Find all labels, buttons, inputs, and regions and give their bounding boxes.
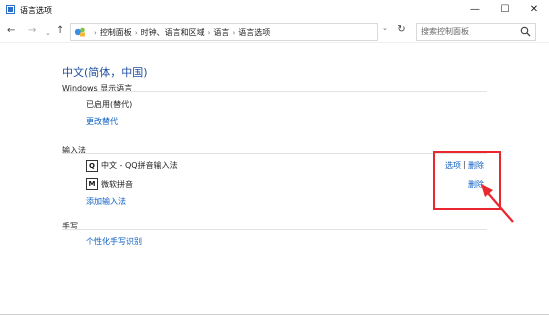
personalize-handwriting-link[interactable]: 个性化手写识别 <box>86 236 142 247</box>
search-icon[interactable] <box>520 26 531 37</box>
breadcrumb-item[interactable]: 时钟、语言和区域 <box>141 28 205 37</box>
forward-button[interactable]: → <box>28 25 36 37</box>
section-divider <box>62 229 487 230</box>
section-divider <box>62 153 487 154</box>
address-dropdown-button[interactable]: ⌄ <box>382 24 388 32</box>
breadcrumb: › 控制面板 › 时钟、语言和区域 › 语言 › 语言选项 <box>94 28 271 37</box>
maximize-button[interactable]: ☐ <box>490 0 520 20</box>
input-method-name: 微软拼音 <box>101 180 133 189</box>
address-bar[interactable]: › 控制面板 › 时钟、语言和区域 › 语言 › 语言选项 <box>70 23 378 41</box>
breadcrumb-item[interactable]: 语言选项 <box>238 28 270 37</box>
breadcrumb-item[interactable]: 控制面板 <box>100 28 132 37</box>
language-options-icon <box>6 5 15 14</box>
window-title: 语言选项 <box>20 6 52 15</box>
recent-locations-dropdown[interactable]: ⌄ <box>45 27 51 39</box>
qq-pinyin-icon: Q <box>86 160 98 172</box>
refresh-button[interactable]: ↻ <box>395 22 408 38</box>
language-title: 中文(简体，中国) <box>62 66 148 79</box>
display-language-status: 已启用(替代) <box>86 100 133 109</box>
section-divider <box>62 91 487 92</box>
back-button[interactable]: ← <box>7 25 15 37</box>
change-override-link[interactable]: 更改替代 <box>86 116 118 127</box>
add-input-method-link[interactable]: 添加输入法 <box>86 196 126 207</box>
input-method-name: 中文 - QQ拼音输入法 <box>101 161 178 170</box>
close-button[interactable]: ✕ <box>519 0 549 20</box>
control-panel-icon <box>74 27 85 37</box>
search-input[interactable] <box>419 25 519 38</box>
microsoft-pinyin-icon: M <box>86 178 98 190</box>
handwriting-heading: 手写 <box>62 222 78 231</box>
toolbar-divider <box>0 42 549 43</box>
search-box[interactable] <box>416 23 536 41</box>
display-language-heading: Windows 显示语言 <box>62 84 133 93</box>
title-bar: 语言选项 — ☐ ✕ <box>0 0 549 20</box>
up-button[interactable]: ↑ <box>56 25 64 37</box>
annotation-arrow-icon <box>481 184 514 223</box>
input-method-heading: 输入法 <box>62 146 86 155</box>
minimize-button[interactable]: — <box>460 0 490 20</box>
breadcrumb-item[interactable]: 语言 <box>213 28 229 37</box>
